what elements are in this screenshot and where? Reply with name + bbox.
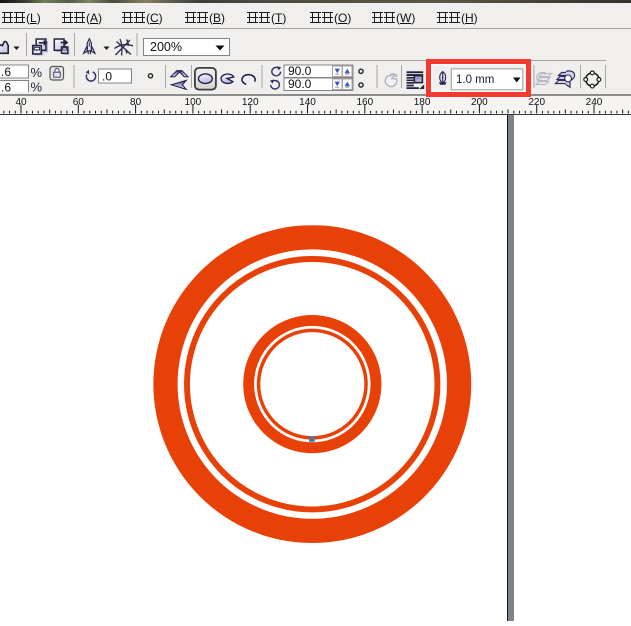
svg-text:%: % — [31, 65, 43, 80]
svg-text:.6: .6 — [1, 81, 11, 93]
svg-text:200%: 200% — [150, 40, 182, 54]
svg-text:%: % — [31, 80, 43, 93]
svg-text:90.0: 90.0 — [288, 77, 312, 91]
svg-text:.6: .6 — [1, 65, 11, 79]
svg-text:90.0: 90.0 — [288, 64, 312, 78]
svg-text:.0: .0 — [102, 70, 112, 84]
